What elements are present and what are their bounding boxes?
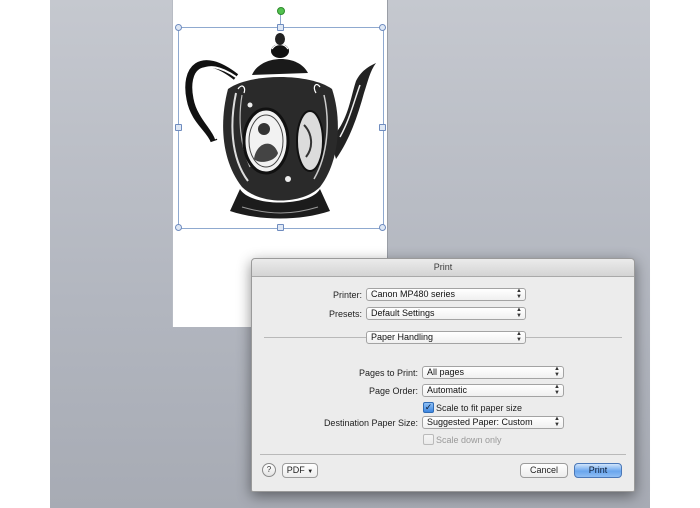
presets-value: Default Settings: [371, 308, 435, 318]
rotation-handle[interactable]: [277, 7, 285, 15]
resize-handle-left[interactable]: [175, 124, 182, 131]
dialog-title: Print: [252, 259, 634, 277]
print-dialog: Print Printer: Canon MP480 series ▲ ▼ Pre…: [251, 258, 635, 492]
resize-handle-bottom-left[interactable]: [175, 224, 182, 231]
presets-select[interactable]: Default Settings ▲ ▼: [366, 307, 526, 320]
printer-label: Printer:: [332, 290, 362, 300]
pages-to-print-value: All pages: [427, 367, 465, 377]
cancel-button[interactable]: Cancel: [520, 463, 568, 478]
pages-to-print-select[interactable]: All pages ▲ ▼: [422, 366, 564, 379]
updown-arrows-icon: ▲ ▼: [516, 331, 522, 343]
scale-to-fit-label: Scale to fit paper size: [436, 403, 523, 413]
resize-handle-top[interactable]: [277, 24, 284, 31]
resize-handle-right[interactable]: [379, 124, 386, 131]
resize-handle-bottom[interactable]: [277, 224, 284, 231]
resize-handle-bottom-right[interactable]: [379, 224, 386, 231]
printer-select[interactable]: Canon MP480 series ▲ ▼: [366, 288, 526, 301]
destination-paper-size-label: Destination Paper Size:: [323, 418, 418, 428]
section-select[interactable]: Paper Handling ▲ ▼: [366, 331, 526, 344]
separator: [264, 337, 366, 338]
page-order-select[interactable]: Automatic ▲ ▼: [422, 384, 564, 397]
resize-handle-top-right[interactable]: [379, 24, 386, 31]
separator: [526, 337, 622, 338]
updown-arrows-icon: ▲ ▼: [554, 366, 560, 378]
updown-arrows-icon: ▲ ▼: [516, 288, 522, 300]
scale-down-only-checkbox[interactable]: [423, 434, 434, 445]
destination-paper-size-select[interactable]: Suggested Paper: Custom ▲ ▼: [422, 416, 564, 429]
presets-label: Presets:: [328, 309, 362, 319]
section-value: Paper Handling: [371, 332, 434, 342]
help-button[interactable]: ?: [262, 463, 276, 477]
resize-handle-top-left[interactable]: [175, 24, 182, 31]
updown-arrows-icon: ▲ ▼: [554, 416, 560, 428]
updown-arrows-icon: ▲ ▼: [554, 384, 560, 396]
pdf-button-label: PDF: [286, 465, 305, 475]
selection-frame: [178, 27, 384, 229]
page-order-value: Automatic: [427, 385, 468, 395]
chevron-down-icon: ▼: [307, 469, 314, 475]
scale-down-only-label: Scale down only: [436, 435, 502, 445]
printer-value: Canon MP480 series: [371, 289, 456, 299]
page-order-label: Page Order:: [368, 386, 418, 396]
pages-to-print-label: Pages to Print:: [358, 368, 418, 378]
separator: [260, 454, 626, 455]
updown-arrows-icon: ▲ ▼: [516, 307, 522, 319]
pdf-menu-button[interactable]: PDF ▼: [282, 463, 318, 478]
scale-to-fit-checkbox[interactable]: ✓: [423, 402, 434, 413]
destination-paper-size-value: Suggested Paper: Custom: [427, 417, 533, 427]
print-button[interactable]: Print: [574, 463, 622, 478]
